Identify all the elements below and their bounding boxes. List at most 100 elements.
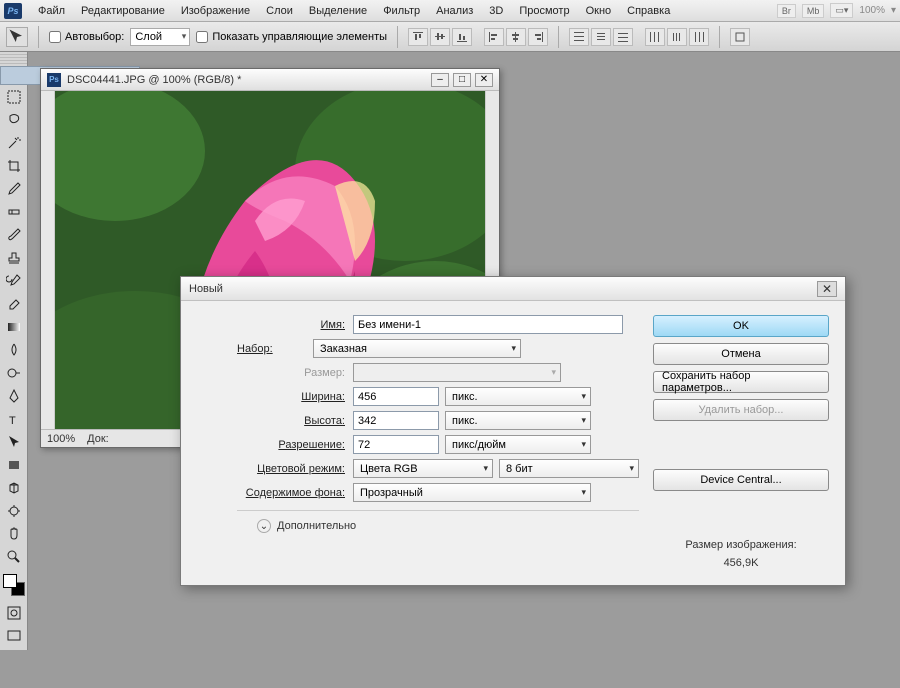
autoselect-dropdown[interactable]: Слой	[130, 28, 190, 46]
maximize-button[interactable]: □	[453, 73, 471, 87]
height-unit-dropdown[interactable]: пикс.	[445, 411, 591, 430]
lasso-tool-icon[interactable]	[2, 109, 26, 131]
bg-contents-dropdown[interactable]: Прозрачный	[353, 483, 591, 502]
stamp-tool-icon[interactable]	[2, 247, 26, 269]
dist-top-icon[interactable]	[569, 28, 589, 46]
width-input[interactable]: 456	[353, 387, 439, 406]
marquee-tool-icon[interactable]	[2, 86, 26, 108]
hand-tool-icon[interactable]	[2, 523, 26, 545]
cancel-button[interactable]: Отмена	[653, 343, 829, 365]
name-label: Имя:	[197, 319, 353, 331]
dialog-title: Новый	[189, 283, 223, 295]
resolution-label: Разрешение:	[197, 439, 353, 451]
resolution-input[interactable]: 72	[353, 435, 439, 454]
document-title: DSC04441.JPG @ 100% (RGB/8) *	[67, 74, 241, 86]
status-zoom[interactable]: 100%	[47, 433, 75, 445]
menu-help[interactable]: Справка	[619, 2, 678, 20]
zoom-tool-icon[interactable]	[2, 546, 26, 568]
align-hcenter-icon[interactable]	[506, 28, 526, 46]
dist-hcenter-icon[interactable]	[667, 28, 687, 46]
color-swatches[interactable]	[3, 574, 25, 596]
dist-vcenter-icon[interactable]	[591, 28, 611, 46]
brush-tool-icon[interactable]	[2, 224, 26, 246]
align-vcenter-icon[interactable]	[430, 28, 450, 46]
image-size-value: 456,9K	[653, 555, 829, 573]
auto-align-icon[interactable]	[730, 28, 750, 46]
document-icon: Ps	[47, 73, 61, 87]
dist-bottom-icon[interactable]	[613, 28, 633, 46]
type-tool-icon[interactable]: T	[2, 408, 26, 430]
screen-mode-icon[interactable]: ▭▾	[830, 3, 853, 18]
color-mode-dropdown[interactable]: Цвета RGB	[353, 459, 493, 478]
height-input[interactable]: 342	[353, 411, 439, 430]
zoom-level[interactable]: 100%	[859, 5, 885, 16]
align-left-icon[interactable]	[484, 28, 504, 46]
menubar: Ps Файл Редактирование Изображение Слои …	[0, 0, 900, 22]
color-depth-dropdown[interactable]: 8 бит	[499, 459, 639, 478]
width-unit-dropdown[interactable]: пикс.	[445, 387, 591, 406]
dodge-tool-icon[interactable]	[2, 362, 26, 384]
save-preset-button[interactable]: Сохранить набор параметров...	[653, 371, 829, 393]
wand-tool-icon[interactable]	[2, 132, 26, 154]
3d-tool-icon[interactable]	[2, 477, 26, 499]
advanced-toggle[interactable]: ⌄ Дополнительно	[257, 519, 639, 533]
ok-button[interactable]: OK	[653, 315, 829, 337]
align-right-icon[interactable]	[528, 28, 548, 46]
preset-dropdown[interactable]: Заказная	[313, 339, 521, 358]
separator	[719, 26, 720, 48]
quickmask-icon[interactable]	[2, 602, 26, 624]
rectangle-tool-icon[interactable]	[2, 454, 26, 476]
status-doc-label[interactable]: Док:	[87, 433, 109, 445]
autoselect-label: Автовыбор:	[65, 31, 124, 43]
dialog-titlebar[interactable]: Новый ✕	[181, 277, 845, 301]
menu-3d[interactable]: 3D	[481, 2, 511, 20]
move-tool-options-icon[interactable]	[6, 27, 28, 47]
crop-tool-icon[interactable]	[2, 155, 26, 177]
minimize-button[interactable]: –	[431, 73, 449, 87]
heal-tool-icon[interactable]	[2, 201, 26, 223]
size-dropdown	[353, 363, 561, 382]
menu-window[interactable]: Окно	[578, 2, 620, 20]
dist-right-icon[interactable]	[689, 28, 709, 46]
mini-bridge-icon[interactable]: Mb	[802, 4, 825, 18]
app-logo: Ps	[4, 3, 22, 19]
screenmode-icon[interactable]	[2, 625, 26, 647]
resolution-unit-dropdown[interactable]: пикс/дюйм	[445, 435, 591, 454]
eraser-tool-icon[interactable]	[2, 293, 26, 315]
toolbox: T	[0, 52, 28, 650]
history-brush-tool-icon[interactable]	[2, 270, 26, 292]
dist-left-icon[interactable]	[645, 28, 665, 46]
zoom-dropdown-icon[interactable]: ▾	[891, 5, 896, 16]
show-controls-label: Показать управляющие элементы	[212, 31, 387, 43]
3d-camera-tool-icon[interactable]	[2, 500, 26, 522]
blur-tool-icon[interactable]	[2, 339, 26, 361]
pen-tool-icon[interactable]	[2, 385, 26, 407]
distribute-buttons	[569, 28, 633, 46]
menu-view[interactable]: Просмотр	[511, 2, 577, 20]
device-central-button[interactable]: Device Central...	[653, 469, 829, 491]
path-select-tool-icon[interactable]	[2, 431, 26, 453]
menu-file[interactable]: Файл	[30, 2, 73, 20]
document-titlebar[interactable]: Ps DSC04441.JPG @ 100% (RGB/8) * – □ ✕	[41, 69, 499, 91]
close-button[interactable]: ✕	[475, 73, 493, 87]
name-input[interactable]: Без имени-1	[353, 315, 623, 334]
align-bottom-icon[interactable]	[452, 28, 472, 46]
separator	[38, 26, 39, 48]
menu-edit[interactable]: Редактирование	[73, 2, 173, 20]
eyedropper-tool-icon[interactable]	[2, 178, 26, 200]
menu-analysis[interactable]: Анализ	[428, 2, 481, 20]
align-top-icon[interactable]	[408, 28, 428, 46]
height-label: Высота:	[197, 415, 353, 427]
toolbox-grip[interactable]	[0, 54, 27, 64]
autoselect-checkbox[interactable]: Автовыбор:	[49, 31, 124, 43]
menu-layers[interactable]: Слои	[258, 2, 301, 20]
foreground-color-swatch[interactable]	[3, 574, 17, 588]
dialog-close-button[interactable]: ✕	[817, 281, 837, 297]
launch-bridge-icon[interactable]: Br	[777, 4, 796, 18]
gradient-tool-icon[interactable]	[2, 316, 26, 338]
show-controls-checkbox[interactable]: Показать управляющие элементы	[196, 31, 387, 43]
menu-select[interactable]: Выделение	[301, 2, 375, 20]
menu-filter[interactable]: Фильтр	[375, 2, 428, 20]
menu-image[interactable]: Изображение	[173, 2, 258, 20]
delete-preset-button: Удалить набор...	[653, 399, 829, 421]
